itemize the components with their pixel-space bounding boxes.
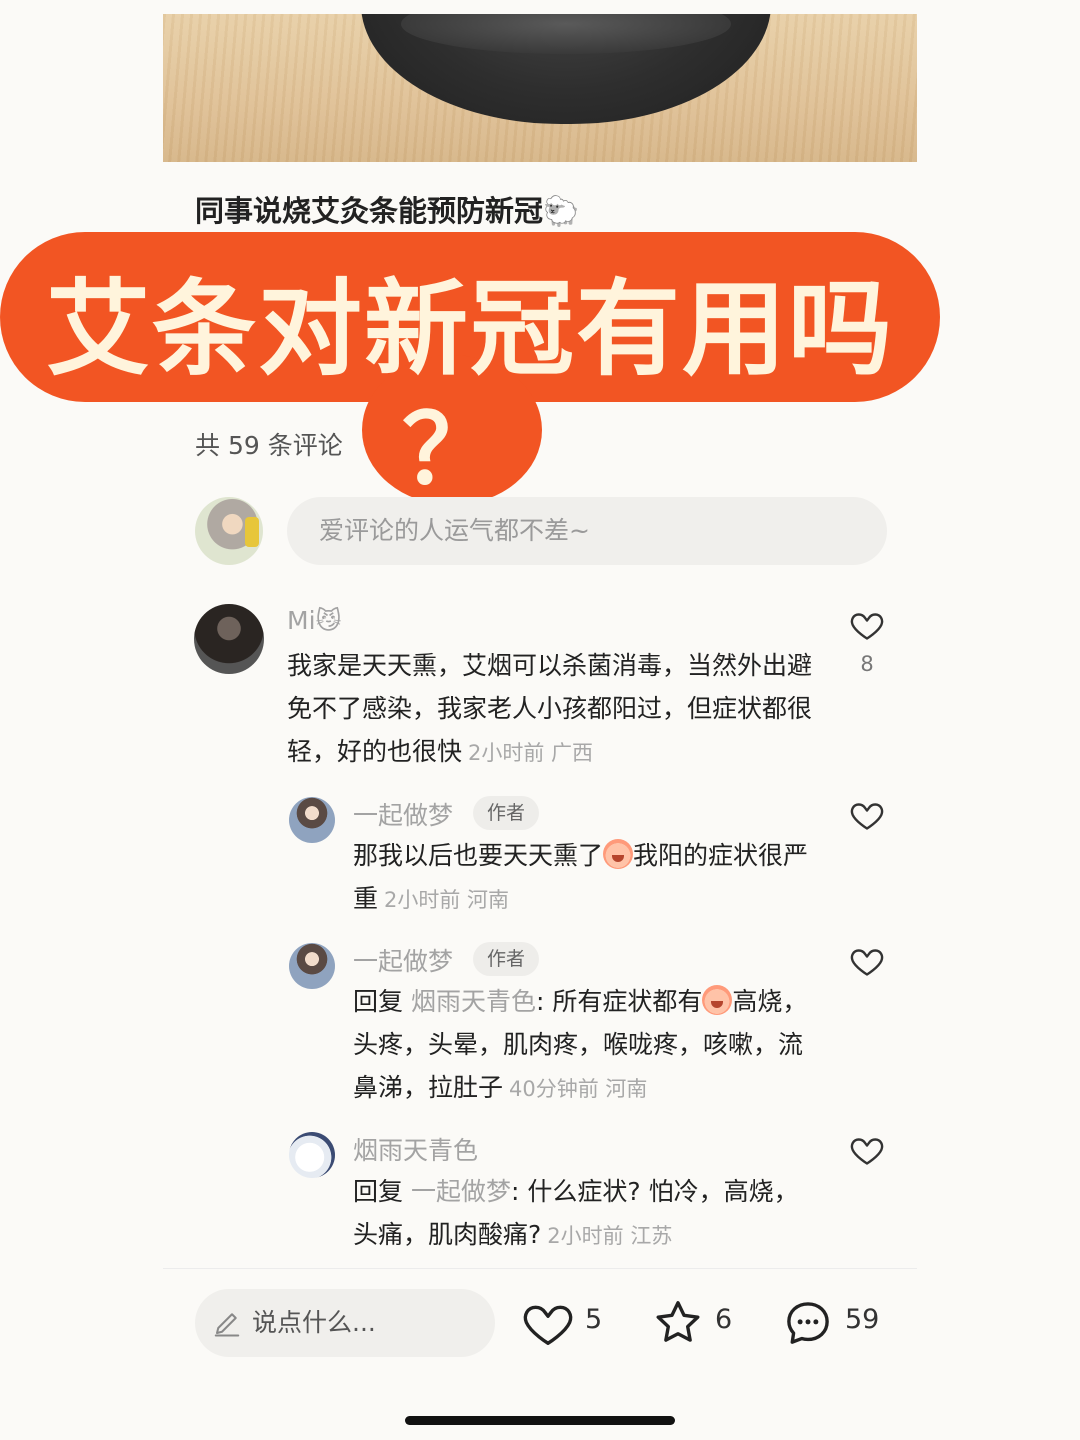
heart-icon[interactable] — [849, 607, 885, 643]
pencil-icon — [214, 1313, 240, 1337]
comment-button[interactable]: 59 — [781, 1296, 891, 1350]
reply-meta: 2小时前 江苏 — [547, 1224, 673, 1248]
like-count: 8 — [860, 652, 874, 676]
avatar[interactable] — [289, 797, 335, 843]
reply-prefix: 回复 — [353, 987, 404, 1016]
comment-count-action: 59 — [845, 1304, 880, 1335]
heart-icon[interactable] — [849, 797, 885, 833]
reply-body: 那我以后也要天天熏了 — [353, 841, 604, 870]
avatar[interactable] — [289, 943, 335, 989]
reply-username[interactable]: 烟雨天青色 — [353, 1131, 478, 1167]
reply-to-user[interactable]: 烟雨天青色 — [411, 987, 536, 1016]
star-icon — [656, 1301, 700, 1342]
favorite-count: 6 — [715, 1304, 733, 1335]
comment-username[interactable]: Mi😼 — [287, 606, 342, 635]
avatar[interactable] — [194, 604, 264, 674]
overlay-question-mark: ？ — [402, 393, 498, 506]
comment-text[interactable]: 我家是天天熏，艾烟可以杀菌消毒，当然外出避免不了感染，我家老人小孩都阳过，但症状… — [287, 644, 817, 775]
author-badge: 作者 — [473, 796, 540, 830]
heart-icon[interactable] — [849, 943, 885, 979]
author-badge: 作者 — [473, 942, 540, 976]
like-button[interactable]: 5 — [521, 1296, 611, 1350]
my-avatar[interactable] — [195, 497, 263, 565]
reply-body: : 所有症状都有 — [535, 987, 703, 1016]
heart-icon[interactable] — [849, 1132, 885, 1168]
reply-text[interactable]: 回复 一起做梦: 什么症状? 怕冷，高烧，头痛，肌肉酸痛? 2小时前 江苏 — [353, 1170, 813, 1258]
favorite-button[interactable]: 6 — [651, 1296, 741, 1350]
avatar[interactable] — [289, 1132, 335, 1178]
reply-username[interactable]: 一起做梦 — [353, 942, 453, 978]
comment-input[interactable]: 爱评论的人运气都不差~ — [287, 497, 887, 565]
reply-to-user[interactable]: 一起做梦 — [411, 1177, 511, 1206]
like-count: 5 — [585, 1304, 603, 1335]
reply-meta: 2小时前 河南 — [384, 888, 510, 912]
reply-text[interactable]: 那我以后也要天天熏了 我阳的症状很严重 2小时前 河南 — [353, 834, 813, 922]
divider — [163, 1268, 917, 1269]
home-indicator[interactable] — [405, 1416, 675, 1425]
post-title: 同事说烧艾灸条能预防新冠🐑 — [195, 194, 580, 228]
chat-bubble-icon — [787, 1302, 829, 1344]
reply-text[interactable]: 回复 烟雨天青色: 所有症状都有 高烧，头疼，头晕，肌肉疼，喉咙疼，咳嗽，流鼻涕，… — [353, 980, 813, 1111]
heart-icon — [523, 1305, 573, 1345]
post-image[interactable] — [163, 14, 917, 162]
comment-count: 共 59 条评论 — [195, 431, 343, 460]
crying-emoji-icon — [603, 839, 634, 869]
say-something-input[interactable]: 说点什么... — [195, 1289, 495, 1357]
reply-username[interactable]: 一起做梦 — [353, 796, 453, 832]
crying-emoji-icon — [702, 985, 733, 1015]
say-something-label: 说点什么... — [252, 1308, 376, 1337]
reply-meta: 40分钟前 河南 — [509, 1077, 648, 1101]
comment-meta: 2小时前 广西 — [468, 741, 594, 765]
reply-prefix: 回复 — [353, 1177, 404, 1206]
